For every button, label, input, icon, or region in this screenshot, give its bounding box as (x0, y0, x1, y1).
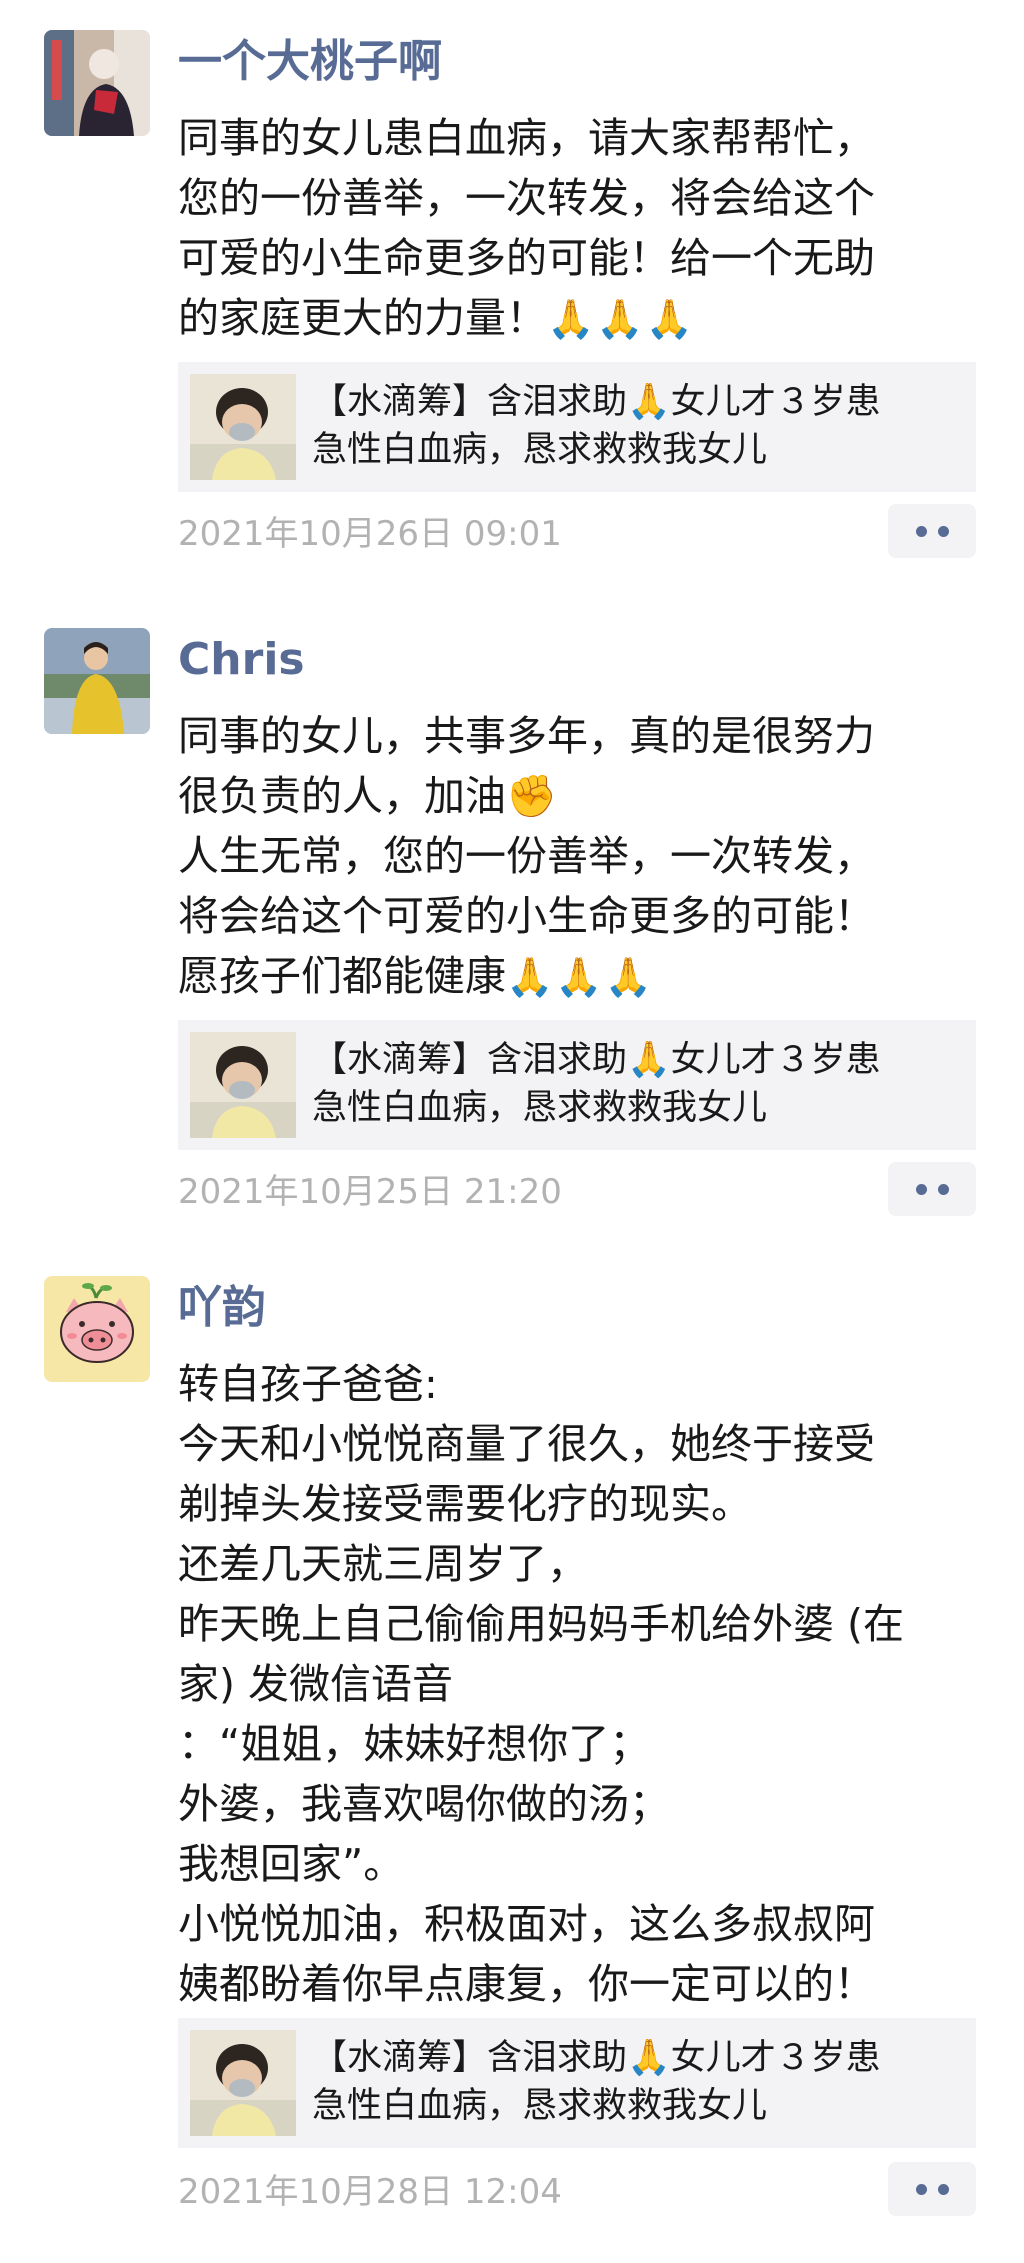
user-avatar[interactable] (44, 30, 150, 136)
post-text-line: 同事的女儿患白血病，请大家帮帮忙， (178, 114, 875, 162)
share-title: 【水滴筹】含泪求助🙏女儿才３岁患 急性白血病，恳求救救我女儿 (312, 378, 952, 474)
user-avatar[interactable] (44, 1276, 150, 1382)
post-text-line: 今天和小悦悦商量了很久，她终于接受 (178, 1420, 875, 1468)
post-text-segment: 愿孩子们都能健康 (178, 952, 506, 1000)
child-photo-thumbnail (190, 1032, 296, 1138)
post-text-line: 可爱的小生命更多的可能！给一个无助 (178, 234, 875, 282)
child-photo-thumbnail (190, 374, 296, 480)
post-text-line: 家) 发微信语音 (178, 1660, 454, 1708)
post-text-line: ：“姐姐，妹妹好想你了； (178, 1720, 651, 1768)
shared-link-card[interactable]: 【水滴筹】含泪求助🙏女儿才３岁患 急性白血病，恳求救救我女儿 (178, 2018, 976, 2148)
author-name[interactable]: 吖韵 (178, 1276, 266, 1340)
share-title-line: 【水滴筹】含泪求助🙏女儿才３岁患 (312, 382, 881, 422)
post-text-line: 转自孩子爸爸: (178, 1360, 438, 1408)
pray-emoji-icon: 🙏🙏🙏 (506, 955, 654, 999)
dot-icon (915, 525, 927, 537)
post-text-line: 姨都盼着你早点康复，你一定可以的！ (178, 1960, 875, 2008)
share-title-line: 急性白血病，恳求救救我女儿 (312, 2086, 768, 2126)
post-text-line: 的家庭更大的力量！🙏🙏🙏 (178, 288, 978, 348)
post-meta: 2021年10月28日 12:04 (178, 2162, 976, 2218)
post-text-line: 剃掉头发接受需要化疗的现实。 (178, 1480, 752, 1528)
dot-icon (937, 2183, 949, 2195)
share-title: 【水滴筹】含泪求助🙏女儿才３岁患 急性白血病，恳求救救我女儿 (312, 2034, 952, 2130)
post-text-line: 同事的女儿，共事多年，真的是很努力 (178, 712, 875, 760)
post-text: 转自孩子爸爸: 今天和小悦悦商量了很久，她终于接受 剃掉头发接受需要化疗的现实。… (178, 1354, 978, 2014)
post-text: 同事的女儿，共事多年，真的是很努力 很负责的人，加油✊ 人生无常，您的一份善举，… (178, 706, 978, 1006)
post-timestamp: 2021年10月25日 21:20 (178, 1172, 562, 1212)
share-thumbnail (190, 374, 296, 480)
share-thumbnail (190, 1032, 296, 1138)
post-timestamp: 2021年10月28日 12:04 (178, 2172, 562, 2212)
dot-icon (915, 1183, 927, 1195)
share-title: 【水滴筹】含泪求助🙏女儿才３岁患 急性白血病，恳求救救我女儿 (312, 1036, 952, 1132)
post-text-line: 小悦悦加油，积极面对，这么多叔叔阿 (178, 1900, 875, 1948)
author-name[interactable]: 一个大桃子啊 (178, 30, 442, 94)
moments-feed: 一个大桃子啊 同事的女儿患白血病，请大家帮帮忙， 您的一份善举，一次转发，将会给… (0, 0, 1024, 2263)
person-photo-avatar-icon (44, 30, 150, 136)
dot-icon (937, 525, 949, 537)
post-text-line: 还差几天就三周岁了， (178, 1540, 588, 1588)
pray-emoji-icon: 🙏🙏🙏 (547, 297, 695, 341)
share-title-line: 急性白血病，恳求救救我女儿 (312, 1088, 768, 1128)
shared-link-card[interactable]: 【水滴筹】含泪求助🙏女儿才３岁患 急性白血病，恳求救救我女儿 (178, 362, 976, 492)
more-actions-button[interactable] (888, 1162, 976, 1216)
share-thumbnail (190, 2030, 296, 2136)
share-title-line: 【水滴筹】含泪求助🙏女儿才３岁患 (312, 1040, 881, 1080)
more-actions-button[interactable] (888, 2162, 976, 2216)
post-text-line: 愿孩子们都能健康🙏🙏🙏 (178, 946, 978, 1006)
share-title-line: 【水滴筹】含泪求助🙏女儿才３岁患 (312, 2038, 881, 2078)
post-text-line: 昨天晚上自己偷偷用妈妈手机给外婆 (在 (178, 1600, 905, 1648)
post-text-line: 将会给这个可爱的小生命更多的可能！ (178, 892, 875, 940)
child-photo-thumbnail (190, 2030, 296, 2136)
post-text-line: 人生无常，您的一份善举，一次转发， (178, 832, 875, 880)
post-meta: 2021年10月26日 09:01 (178, 504, 976, 560)
author-name[interactable]: Chris (178, 628, 305, 692)
post-text-segment: 的家庭更大的力量！ (178, 294, 547, 342)
post-text: 同事的女儿患白血病，请大家帮帮忙， 您的一份善举，一次转发，将会给这个 可爱的小… (178, 108, 978, 348)
dot-icon (915, 2183, 927, 2195)
post-text-line: 我想回家”。 (178, 1840, 405, 1888)
dot-icon (937, 1183, 949, 1195)
woman-yellow-sweater-avatar-icon (44, 628, 150, 734)
post-text-line: 外婆，我喜欢喝你做的汤； (178, 1780, 670, 1828)
post-timestamp: 2021年10月26日 09:01 (178, 514, 562, 554)
post-meta: 2021年10月25日 21:20 (178, 1162, 976, 1218)
pig-cartoon-avatar-icon (44, 1276, 150, 1382)
user-avatar[interactable] (44, 628, 150, 734)
post-text-line: 您的一份善举，一次转发，将会给这个 (178, 174, 875, 222)
more-actions-button[interactable] (888, 504, 976, 558)
share-title-line: 急性白血病，恳求救救我女儿 (312, 430, 768, 470)
post-text-line: 很负责的人，加油✊ (178, 772, 558, 820)
shared-link-card[interactable]: 【水滴筹】含泪求助🙏女儿才３岁患 急性白血病，恳求救救我女儿 (178, 1020, 976, 1150)
